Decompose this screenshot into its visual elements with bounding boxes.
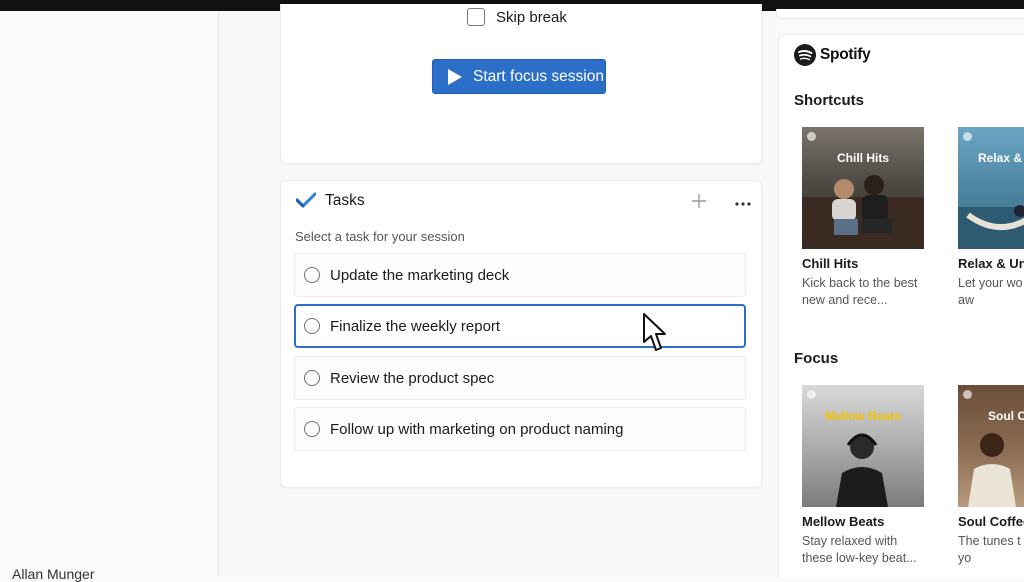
shortcuts-section-title: Shortcuts [794,92,865,109]
start-focus-session-label: Start focus session [473,67,604,85]
mouse-cursor-icon [643,313,666,351]
tasks-check-icon [296,192,316,208]
task-item[interactable]: Update the marketing deck [294,253,746,297]
playlist-tile-chill-hits[interactable]: Chill Hits Chill Hits Kick back to the b… [802,127,924,309]
cover-person-headphones-illustration [836,433,888,507]
playlist-title: Chill Hits [802,256,859,271]
task-label: Follow up with marketing on product nami… [330,420,624,438]
play-icon [448,68,462,85]
more-options-button[interactable] [731,190,755,210]
left-navigation-pane [0,11,219,576]
skip-break-option[interactable]: Skip break [467,8,567,26]
focus-section-title: Focus [794,350,839,367]
cover-hammock-illustration [958,205,1024,249]
user-name[interactable]: Allan Munger [12,566,95,582]
playlist-cover-art: Soul Co [958,385,1024,507]
playlist-tile-soul-coffee[interactable]: Soul Co Soul Coffee The tunes t you into… [958,385,1024,567]
task-radio[interactable] [304,421,320,437]
task-label: Finalize the weekly report [330,317,501,335]
cover-person-coffee-illustration [968,433,1016,507]
playlist-description: The tunes t you into yo [958,534,1024,565]
playlist-description: Kick back to the best new and rece... [802,276,918,307]
task-item[interactable]: Review the product spec [294,356,746,400]
spotify-widget: Spotify Shortcuts Chill Hits Chill Hits … [778,34,1024,577]
playlist-description: Let your wo cares slip aw [958,276,1024,307]
tasks-title: Tasks [325,192,365,209]
playlist-description: Stay relaxed with these low-key beat... [802,534,917,565]
add-task-button[interactable] [689,191,709,211]
focus-timer-card: Skip break Start focus session [280,4,762,164]
more-icon [735,202,751,206]
tasks-card: Tasks Select a task for your session Upd… [280,180,762,488]
task-radio[interactable] [304,370,320,386]
start-focus-session-button[interactable]: Start focus session [432,59,606,94]
playlist-tile-relax-unwind[interactable]: Relax & U Relax & Unw Let your wo cares … [958,127,1024,309]
plus-icon [692,194,706,208]
skip-break-checkbox[interactable] [467,8,485,26]
playlist-cover-art: Relax & U [958,127,1024,249]
cover-people-illustration [802,175,924,249]
playlist-title: Soul Coffee [958,514,1024,529]
task-item[interactable]: Follow up with marketing on product nami… [294,407,746,451]
previous-widget-card [776,9,1024,19]
playlist-title: Relax & Unw [958,256,1024,271]
task-label: Review the product spec [330,369,495,387]
task-item-selected[interactable]: Finalize the weekly report [294,304,746,348]
spotify-logo-icon [794,44,816,66]
playlist-cover-art: Mellow Beats [802,385,924,507]
skip-break-label: Skip break [496,8,567,26]
task-label: Update the marketing deck [330,266,510,284]
playlist-tile-mellow-beats[interactable]: Mellow Beats Mellow Beats Stay relaxed w… [802,385,924,567]
task-radio[interactable] [304,267,320,283]
tasks-subtitle: Select a task for your session [295,229,465,244]
playlist-cover-art: Chill Hits [802,127,924,249]
playlist-title: Mellow Beats [802,514,885,529]
task-radio[interactable] [304,318,320,334]
spotify-brand: Spotify [820,46,871,63]
